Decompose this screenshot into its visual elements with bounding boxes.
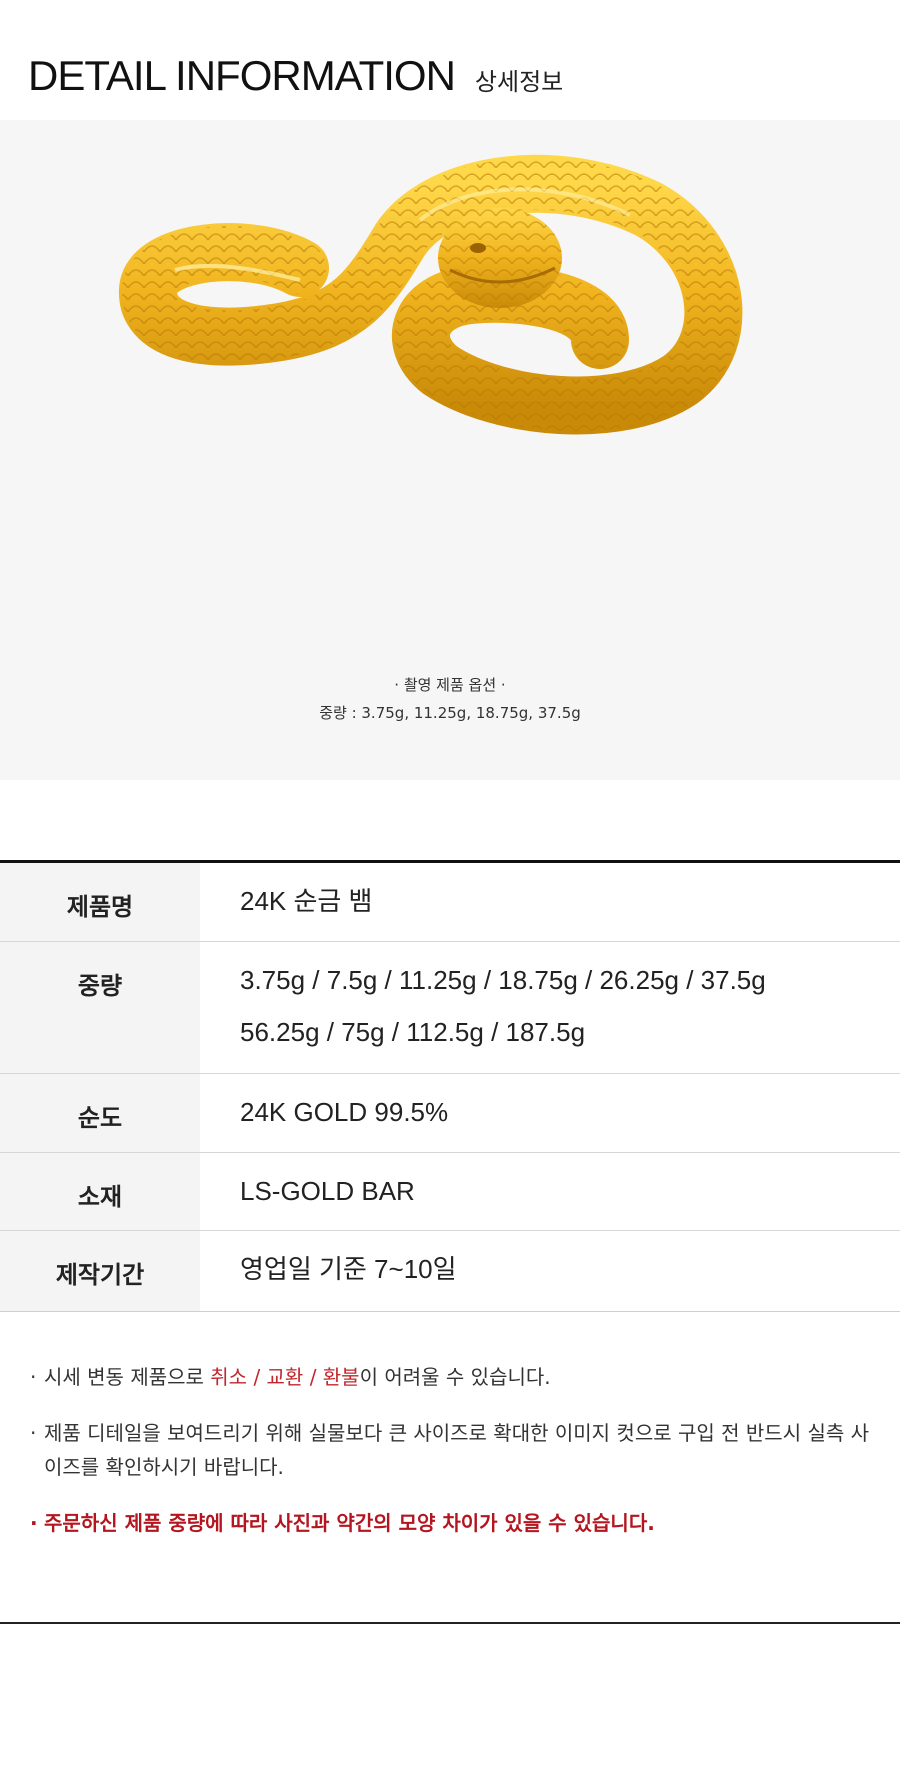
notice-bullet: ·: [30, 1511, 38, 1535]
spec-table: 제품명 24K 순금 뱀 중량 3.75g / 7.5g / 11.25g / …: [0, 860, 900, 1312]
notice-text-highlight: 취소 / 교환 / 환불: [210, 1365, 360, 1389]
notice-text-suffix: 이 어려울 수 있습니다.: [359, 1365, 551, 1389]
section-title-korean: 상세정보: [474, 68, 564, 96]
spec-value: LS-GOLD BAR: [200, 1153, 900, 1230]
notice-item: · 시세 변동 제품으로 취소 / 교환 / 환불이 어려울 수 있습니다.: [30, 1360, 870, 1394]
product-photo: · 촬영 제품 옵션 · 중량 : 3.75g, 11.25g, 18.75g,…: [0, 120, 900, 780]
spec-row-product-name: 제품명 24K 순금 뱀: [0, 863, 900, 941]
spec-value-line: 24K GOLD 99.5%: [240, 1097, 449, 1127]
spec-label: 제작기간: [0, 1231, 200, 1311]
spec-row-weight: 중량 3.75g / 7.5g / 11.25g / 18.75g / 26.2…: [0, 941, 900, 1073]
section-title-english: DETAIL INFORMATION: [28, 52, 456, 99]
spec-value-line: 영업일 기준 7~10일: [240, 1254, 457, 1284]
notice-bullet: ·: [30, 1421, 37, 1445]
notice-text: 주문하신 제품 중량에 따라 사진과 약간의 모양 차이가 있을 수 있습니다.: [44, 1511, 655, 1535]
notice-list: · 시세 변동 제품으로 취소 / 교환 / 환불이 어려울 수 있습니다. ·…: [30, 1360, 870, 1562]
spec-value: 영업일 기준 7~10일: [200, 1231, 900, 1311]
notice-text: 시세 변동 제품으로 취소 / 교환 / 환불이 어려울 수 있습니다.: [44, 1360, 870, 1394]
spec-label: 제품명: [0, 863, 200, 941]
notice-item-warning: · 주문하신 제품 중량에 따라 사진과 약간의 모양 차이가 있을 수 있습니…: [30, 1506, 870, 1540]
photo-caption-title: · 촬영 제품 옵션 ·: [394, 676, 506, 694]
spec-row-production-period: 제작기간 영업일 기준 7~10일: [0, 1230, 900, 1311]
spec-row-purity: 순도 24K GOLD 99.5%: [0, 1073, 900, 1152]
spec-value: 24K GOLD 99.5%: [200, 1074, 900, 1152]
spec-row-material: 소재 LS-GOLD BAR: [0, 1152, 900, 1230]
section-header: DETAIL INFORMATION 상세정보: [28, 52, 563, 112]
spec-label: 중량: [0, 942, 200, 1073]
spec-label: 순도: [0, 1074, 200, 1152]
notice-bullet: ·: [30, 1365, 37, 1389]
spec-value-line: 3.75g / 7.5g / 11.25g / 18.75g / 26.25g …: [240, 965, 766, 995]
notice-item: · 제품 디테일을 보여드리기 위해 실물보다 큰 사이즈로 확대한 이미지 컷…: [30, 1416, 870, 1484]
spec-value-line: 56.25g / 75g / 112.5g / 187.5g: [240, 1017, 586, 1047]
spec-value: 3.75g / 7.5g / 11.25g / 18.75g / 26.25g …: [200, 942, 900, 1073]
bottom-divider: [0, 1622, 900, 1624]
spec-value-line: LS-GOLD BAR: [240, 1176, 415, 1206]
photo-caption-weights: 중량 : 3.75g, 11.25g, 18.75g, 37.5g: [319, 704, 581, 722]
spec-value: 24K 순금 뱀: [200, 863, 900, 941]
notice-text: 제품 디테일을 보여드리기 위해 실물보다 큰 사이즈로 확대한 이미지 컷으로…: [44, 1421, 870, 1479]
spec-label: 소재: [0, 1153, 200, 1230]
notice-text-prefix: 시세 변동 제품으로: [44, 1365, 211, 1389]
spec-value-line: 24K 순금 뱀: [240, 886, 373, 916]
